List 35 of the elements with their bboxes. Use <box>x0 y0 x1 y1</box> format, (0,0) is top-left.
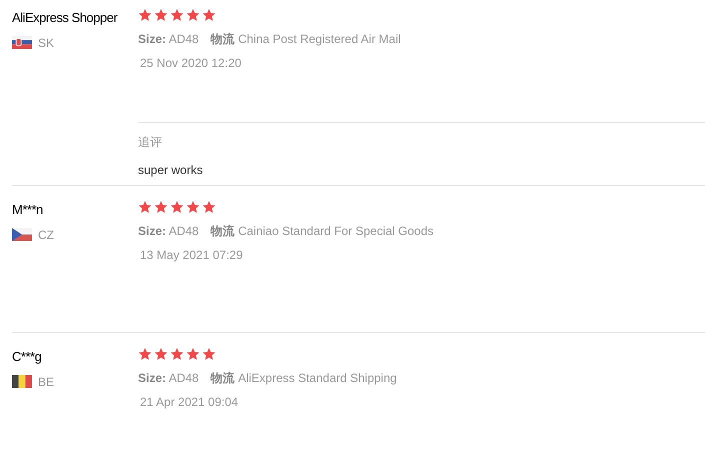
country-code: SK <box>38 34 54 52</box>
star-icon <box>154 200 168 214</box>
star-icon <box>138 8 152 22</box>
star-icon <box>202 200 216 214</box>
review-date: 13 May 2021 07:29 <box>140 247 243 264</box>
shipping-info: 物流 Cainiao Standard For Special Goods <box>210 223 434 240</box>
star-icon <box>186 8 200 22</box>
star-icon <box>138 200 152 214</box>
shipping-info: 物流 AliExpress Standard Shipping <box>210 370 397 387</box>
size-info: Size: AD48 <box>138 223 199 240</box>
flag-icon <box>12 36 32 49</box>
star-icon <box>186 200 200 214</box>
star-icon <box>170 8 184 22</box>
review-date: 21 Apr 2021 09:04 <box>140 394 238 411</box>
size-info: Size: AD48 <box>138 31 199 48</box>
reviewer-name: M***n <box>12 201 44 219</box>
shipping-info: 物流 China Post Registered Air Mail <box>210 31 401 48</box>
flag-icon <box>12 375 32 388</box>
followup-label: 追评 <box>138 134 162 151</box>
reviewer-name: AliExpress Shopper <box>12 9 118 27</box>
star-icon <box>138 347 152 361</box>
star-icon <box>170 200 184 214</box>
country-code: BE <box>38 374 54 390</box>
star-icon <box>202 8 216 22</box>
followup-text: super works <box>138 162 203 179</box>
review-date: 25 Nov 2020 12:20 <box>140 55 242 72</box>
star-icon <box>154 8 168 22</box>
star-icon <box>154 347 168 361</box>
country-code: CZ <box>38 226 54 244</box>
star-icon <box>186 347 200 361</box>
size-info: Size: AD48 <box>138 370 199 387</box>
reviewer-name: C***g <box>12 348 42 366</box>
star-icon <box>202 347 216 361</box>
flag-icon <box>12 228 32 241</box>
star-icon <box>170 347 184 361</box>
